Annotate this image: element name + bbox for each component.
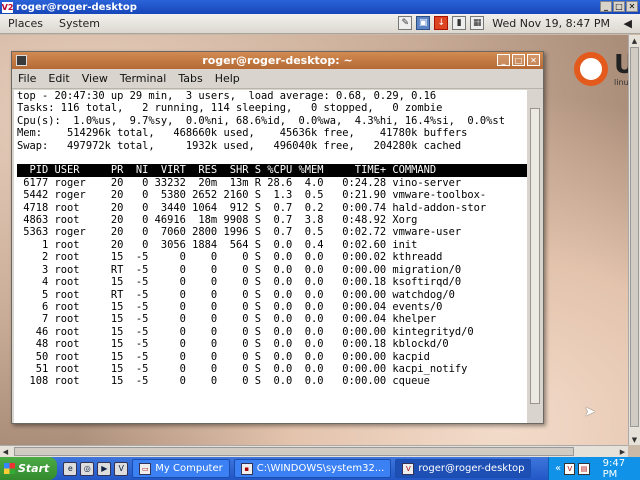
maximize-button[interactable]: □ (613, 1, 625, 12)
process-row: 4718 root 20 0 3440 1064 912 S 0.7 0.2 0… (17, 201, 487, 214)
vnc-window-title: roger@roger-desktop (16, 1, 137, 13)
top-summary-line: top - 20:47:30 up 29 min, 3 users, load … (17, 90, 437, 102)
system-tray: « V ▤ 9:47 PM (548, 457, 640, 480)
task-vnc-viewer[interactable]: V roger@roger-desktop (395, 459, 532, 478)
media-icon[interactable]: ▶ (97, 461, 112, 476)
viewer-vertical-scrollbar[interactable]: ▲ ▼ (628, 35, 640, 445)
vnc-icon[interactable]: V (114, 461, 129, 476)
terminal-scrollbar[interactable] (528, 90, 542, 423)
top-summary-line: Swap: 497972k total, 1932k used, 496040k… (17, 139, 462, 152)
process-table-header: PID USER PR NI VIRT RES SHR S %CPU %MEM … (17, 164, 527, 177)
process-row: 108 root 15 -5 0 0 0 S 0.0 0.0 0:00.00 c… (17, 375, 430, 388)
process-row: 5363 roger 20 0 7060 2800 1996 S 0.7 0.5… (17, 226, 462, 239)
vnc-task-icon: V (402, 462, 415, 475)
process-row: 50 root 15 -5 0 0 0 S 0.0 0.0 0:00.00 ka… (17, 350, 430, 363)
tray-vnc-icon[interactable]: V (564, 462, 576, 475)
places-menu[interactable]: Places (0, 17, 51, 30)
taskbar-clock[interactable]: 9:47 PM (603, 458, 640, 480)
terminal-icon[interactable] (16, 55, 27, 66)
process-row: 4 root 15 -5 0 0 0 S 0.0 0.0 0:00.18 kso… (17, 276, 462, 289)
ubuntu-logo-subtext: linu (614, 78, 629, 87)
menu-tabs[interactable]: Tabs (172, 72, 208, 85)
start-button[interactable]: Start (0, 457, 58, 480)
process-row: 3 root RT -5 0 0 0 S 0.0 0.0 0:00.00 mig… (17, 263, 462, 276)
terminal-title: roger@roger-desktop: ~ (202, 54, 353, 67)
process-row: 6 root 15 -5 0 0 0 S 0.0 0.0 0:00.04 eve… (17, 300, 443, 313)
scroll-up-arrow-icon[interactable]: ▲ (629, 35, 640, 46)
terminal-window: roger@roger-desktop: ~ _ □ ✕ File Edit V… (11, 51, 544, 424)
top-summary-line: Mem: 514296k total, 468660k used, 45636k… (17, 127, 468, 140)
close-button[interactable]: ✕ (626, 1, 638, 12)
process-row: 5 root RT -5 0 0 0 S 0.0 0.0 0:00.00 wat… (17, 288, 455, 301)
top-summary-line: Tasks: 116 total, 2 running, 114 sleepin… (17, 102, 443, 115)
windows-taskbar: Start e ◎ ▶ V ▭ My Computer ▪ C:\WINDOWS… (0, 457, 640, 480)
network-icon[interactable]: ▣ (416, 16, 431, 30)
process-row: 7 root 15 -5 0 0 0 S 0.0 0.0 0:00.04 khe… (17, 313, 437, 326)
process-row: 51 root 15 -5 0 0 0 S 0.0 0.0 0:00.00 ka… (17, 362, 468, 375)
process-row: 46 root 15 -5 0 0 0 S 0.0 0.0 0:00.00 ki… (17, 325, 474, 338)
ubuntu-logo-icon (574, 52, 608, 86)
minimize-button[interactable]: _ (600, 1, 612, 12)
terminal-menubar: File Edit View Terminal Tabs Help (12, 69, 543, 89)
tray-expand-icon[interactable]: « (555, 463, 561, 474)
terminal-minimize-button[interactable]: _ (497, 54, 510, 66)
quick-launch: e ◎ ▶ V (63, 461, 129, 476)
panel-tray: ✎ ▣ ↓ ▮ ▦ Wed Nov 19, 8:47 PM (398, 16, 610, 30)
viewer-horizontal-scrollbar[interactable]: ◀ ▶ (0, 445, 628, 457)
terminal-close-button[interactable]: ✕ (527, 54, 540, 66)
computer-icon: ▭ (139, 462, 152, 475)
gnome-top-panel: Places System ✎ ▣ ↓ ▮ ▦ Wed Nov 19, 8:47… (0, 14, 640, 34)
scroll-right-arrow-icon[interactable]: ▶ (617, 446, 628, 457)
volume-icon[interactable]: ◀ (624, 17, 632, 30)
firefox-icon[interactable]: ◎ (80, 461, 95, 476)
terminal-output[interactable]: top - 20:47:30 up 29 min, 3 users, load … (14, 90, 527, 423)
menu-help[interactable]: Help (209, 72, 246, 85)
task-cmd[interactable]: ▪ C:\WINDOWS\system32... (233, 459, 392, 478)
process-row: 6177 roger 20 0 33232 20m 13m R 28.6 4.0… (17, 176, 462, 189)
process-row: 1 root 20 0 3056 1884 564 S 0.0 0.4 0:02… (17, 238, 418, 251)
start-label: Start (18, 462, 50, 475)
task-label: My Computer (155, 463, 223, 474)
ie-icon[interactable]: e (63, 461, 78, 476)
menu-terminal[interactable]: Terminal (114, 72, 173, 85)
windows-flag-icon (4, 463, 15, 474)
menu-view[interactable]: View (76, 72, 114, 85)
notes-icon[interactable]: ✎ (398, 16, 413, 30)
terminal-scrollbar-thumb[interactable] (530, 108, 540, 404)
process-row: 2 root 15 -5 0 0 0 S 0.0 0.0 0:00.02 kth… (17, 251, 443, 264)
scroll-left-arrow-icon[interactable]: ◀ (0, 446, 11, 457)
calendar-icon[interactable]: ▦ (470, 16, 485, 30)
update-icon[interactable]: ↓ (434, 16, 449, 30)
viewer-vscroll-thumb[interactable] (630, 47, 639, 427)
menu-file[interactable]: File (12, 72, 42, 85)
process-row: 5442 roger 20 0 5380 2652 2160 S 1.3 0.5… (17, 189, 487, 202)
mouse-pointer-icon: ➤ (584, 404, 596, 420)
task-label: C:\WINDOWS\system32... (256, 463, 385, 474)
system-menu[interactable]: System (51, 17, 108, 30)
tray-network-icon[interactable]: ▤ (578, 462, 590, 475)
console-icon: ▪ (240, 462, 253, 475)
vnc-title-bar: V2 roger@roger-desktop _ □ ✕ (0, 0, 640, 14)
panel-clock[interactable]: Wed Nov 19, 8:47 PM (492, 17, 610, 30)
task-my-computer[interactable]: ▭ My Computer (132, 459, 230, 478)
process-row: 48 root 15 -5 0 0 0 S 0.0 0.0 0:00.18 kb… (17, 338, 449, 351)
power-icon[interactable]: ▮ (452, 16, 467, 30)
scroll-down-arrow-icon[interactable]: ▼ (629, 434, 640, 445)
top-summary-line: Cpu(s): 1.0%us, 9.7%sy, 0.0%ni, 68.6%id,… (17, 114, 505, 127)
terminal-maximize-button[interactable]: □ (512, 54, 525, 66)
vnc-app-icon: V2 (1, 1, 14, 13)
task-label: roger@roger-desktop (418, 463, 525, 474)
viewer-hscroll-thumb[interactable] (14, 447, 574, 456)
process-row: 4863 root 20 0 46916 18m 9908 S 0.7 3.8 … (17, 214, 418, 227)
terminal-title-bar[interactable]: roger@roger-desktop: ~ _ □ ✕ (12, 52, 543, 69)
menu-edit[interactable]: Edit (42, 72, 75, 85)
